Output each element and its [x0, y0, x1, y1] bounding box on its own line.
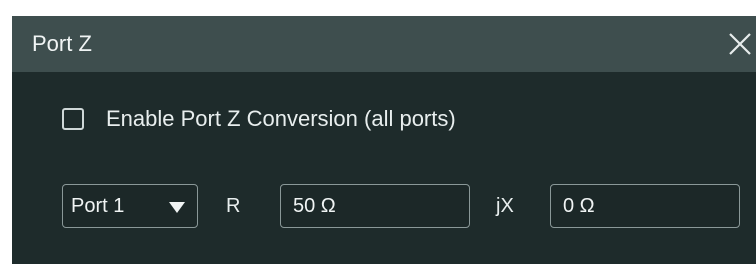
port-select[interactable]: Port 1 — [62, 184, 198, 228]
dialog-title: Port Z — [32, 31, 92, 56]
close-icon[interactable] — [726, 30, 754, 58]
jx-label: jX — [496, 195, 514, 217]
reactance-value: 0 Ω — [563, 194, 595, 217]
enable-checkbox-label: Enable Port Z Conversion (all ports) — [106, 106, 456, 131]
reactance-input[interactable]: 0 Ω — [550, 184, 740, 228]
port-z-dialog: Port Z Enable Port Z Conversion (all por… — [12, 16, 756, 264]
enable-port-z-conversion[interactable]: Enable Port Z Conversion (all ports) — [62, 104, 456, 134]
r-label: R — [226, 195, 241, 217]
resistance-value: 50 Ω — [293, 194, 336, 217]
titlebar: Port Z — [12, 16, 756, 72]
port-select-value: Port 1 — [71, 194, 125, 217]
chevron-down-icon — [169, 202, 185, 213]
enable-checkbox[interactable] — [62, 108, 84, 130]
resistance-input[interactable]: 50 Ω — [280, 184, 470, 228]
